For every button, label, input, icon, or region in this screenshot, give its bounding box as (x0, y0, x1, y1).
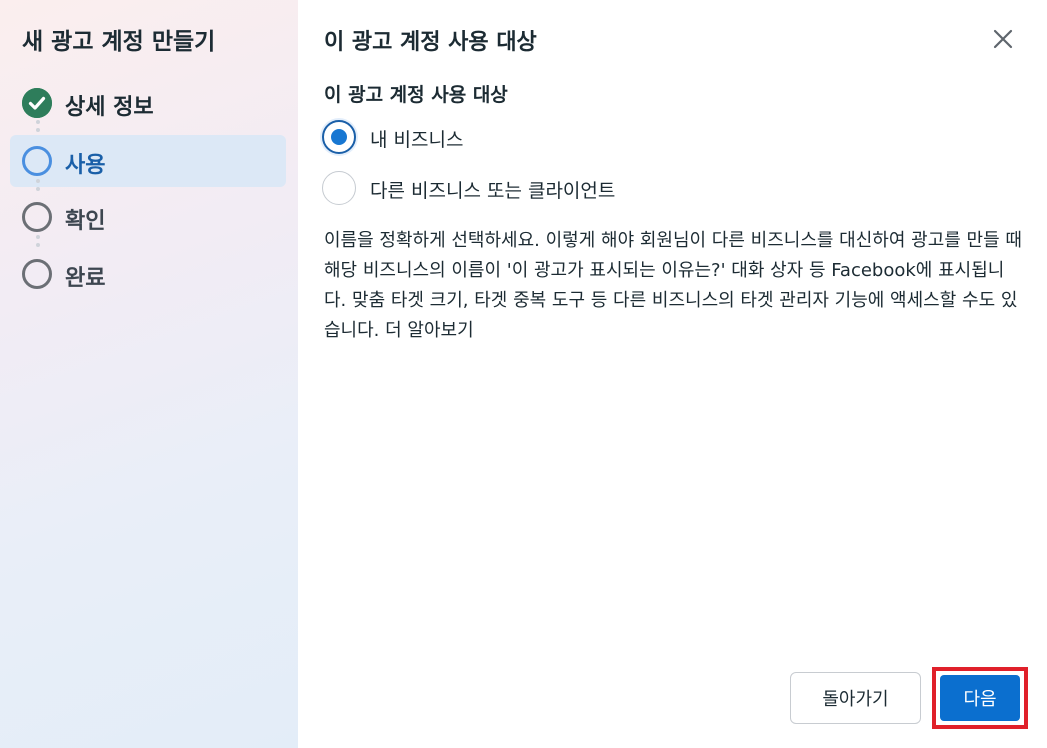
sidebar-title: 새 광고 계정 만들기 (22, 29, 216, 55)
sidebar: 새 광고 계정 만들기 상세 정보 사용 확인 완료 (0, 0, 298, 748)
step-label: 사용 (65, 153, 106, 178)
main-panel: 이 광고 계정 사용 대상 이 광고 계정 사용 대상 내 비즈니스 다른 비즈… (298, 0, 1047, 748)
current-step-circle-icon (22, 146, 52, 176)
step-label: 확인 (65, 209, 106, 234)
checkmark-circle-icon (22, 88, 52, 118)
radio-unselected[interactable] (322, 171, 356, 205)
step-details[interactable]: 상세 정보 (10, 77, 286, 129)
step-connector (36, 120, 44, 132)
next-button[interactable]: 다음 (940, 675, 1020, 721)
close-button[interactable] (988, 24, 1018, 54)
step-usage[interactable]: 사용 (10, 135, 286, 187)
next-button-highlight: 다음 (932, 667, 1028, 729)
option-label: 다른 비즈니스 또는 클라이언트 (370, 180, 616, 202)
page-title: 이 광고 계정 사용 대상 (324, 30, 537, 55)
step-complete[interactable]: 완료 (10, 248, 286, 300)
radio-selected[interactable] (322, 120, 356, 154)
pending-step-circle-icon (22, 259, 52, 289)
description: 이름을 정확하게 선택하세요. 이렇게 해야 회원님이 다른 비즈니스를 대신하… (324, 226, 1024, 346)
option-label: 내 비즈니스 (370, 129, 464, 151)
step-label: 완료 (65, 266, 106, 291)
learn-more-link[interactable]: 더 알아보기 (385, 320, 474, 341)
pending-step-circle-icon (22, 202, 52, 232)
close-icon (993, 29, 1013, 49)
create-ad-account-dialog: 새 광고 계정 만들기 상세 정보 사용 확인 완료 이 광고 계정 사용 대상… (0, 0, 1047, 748)
back-button[interactable]: 돌아가기 (790, 672, 921, 724)
step-connector (36, 235, 44, 247)
step-confirm[interactable]: 확인 (10, 191, 286, 243)
section-title: 이 광고 계정 사용 대상 (324, 84, 508, 106)
step-connector (36, 179, 44, 191)
step-label: 상세 정보 (65, 95, 154, 120)
